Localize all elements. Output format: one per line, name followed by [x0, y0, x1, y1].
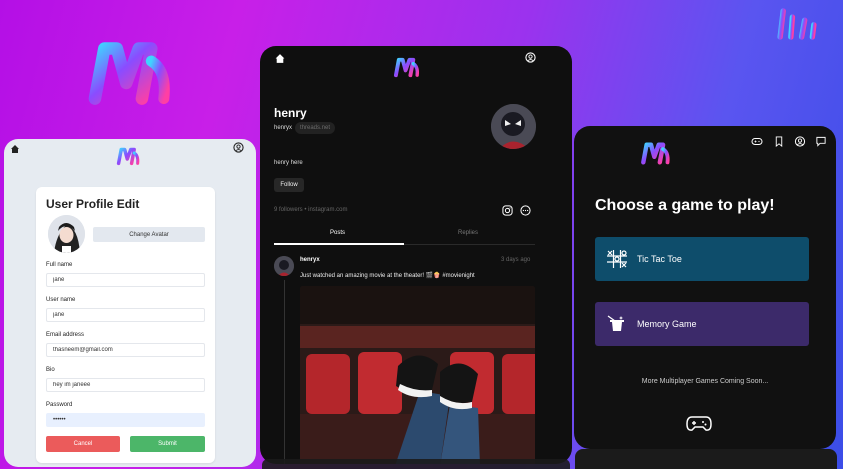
change-avatar-button[interactable]: Change Avatar [93, 227, 205, 242]
password-label: Password [46, 402, 73, 408]
gamepad-icon[interactable] [686, 414, 712, 433]
tic-tac-toe-icon [607, 250, 627, 268]
chat-icon[interactable] [815, 136, 827, 147]
coming-soon-text: More Multiplayer Games Coming Soon... [641, 378, 769, 385]
password-field[interactable] [46, 413, 205, 427]
bottom-panel-edge [575, 449, 837, 469]
full-name-field[interactable] [46, 273, 205, 287]
brand-logo [641, 142, 670, 165]
tic-tac-toe-button[interactable]: Tic Tac Toe [595, 237, 809, 281]
tic-tac-toe-label: Tic Tac Toe [637, 254, 682, 264]
games-title: Choose a game to play! [595, 197, 775, 214]
profile-handle: henryx [274, 125, 293, 131]
bio-label: Bio [46, 367, 55, 373]
profile-edit-card: User Profile Edit Change Avatar Full nam… [36, 187, 215, 463]
home-icon[interactable] [10, 144, 20, 154]
submit-button[interactable]: Submit [130, 436, 205, 452]
threads-badge: threads.net [295, 122, 336, 134]
profile-bio: henry here [274, 160, 303, 166]
gamepad-icon[interactable] [751, 136, 763, 147]
tab-replies[interactable]: Replies [458, 230, 478, 236]
follow-button[interactable]: Follow [274, 178, 304, 192]
post-image [300, 286, 535, 464]
more-icon[interactable] [520, 205, 531, 216]
post-avatar [274, 256, 294, 276]
user-icon[interactable] [233, 142, 244, 153]
user-icon[interactable] [525, 52, 536, 63]
email-field[interactable] [46, 343, 205, 357]
bio-field[interactable] [46, 378, 205, 392]
post-text: Just watched an amazing movie at the the… [300, 273, 475, 279]
bookmark-icon[interactable] [773, 136, 785, 147]
magic-hat-icon [607, 315, 624, 331]
avatar [48, 215, 85, 253]
brand-logo [88, 42, 170, 105]
games-panel: Choose a game to play! Tic Tac Toe Memor… [574, 126, 836, 449]
profile-avatar [491, 104, 536, 149]
tab-active-indicator [274, 243, 404, 245]
full-name-label: Full name [46, 262, 73, 268]
profile-panel: henry henryx threads.net henry here Foll… [260, 46, 572, 464]
brand-logo [777, 8, 817, 40]
profile-name: henry [274, 106, 307, 120]
memory-game-button[interactable]: Memory Game [595, 302, 809, 346]
cancel-button[interactable]: Cancel [46, 436, 120, 452]
bottom-panel-edge [262, 459, 570, 469]
profile-meta: 9 followers • instagram.com [274, 207, 348, 213]
home-icon[interactable] [274, 53, 286, 64]
user-icon[interactable] [794, 136, 806, 147]
tab-posts[interactable]: Posts [330, 230, 345, 236]
post-username[interactable]: henryx [300, 257, 320, 263]
email-label: Email address [46, 332, 85, 338]
thread-line [284, 280, 285, 464]
profile-edit-panel: User Profile Edit Change Avatar Full nam… [4, 139, 256, 467]
memory-game-label: Memory Game [637, 319, 697, 329]
user-name-label: User name [46, 297, 76, 303]
page-title: User Profile Edit [46, 197, 140, 211]
user-name-field[interactable] [46, 308, 205, 322]
brand-logo [116, 147, 140, 166]
brand-logo [393, 57, 420, 78]
instagram-icon[interactable] [502, 205, 513, 216]
post-timestamp: 3 days ago [501, 257, 531, 263]
